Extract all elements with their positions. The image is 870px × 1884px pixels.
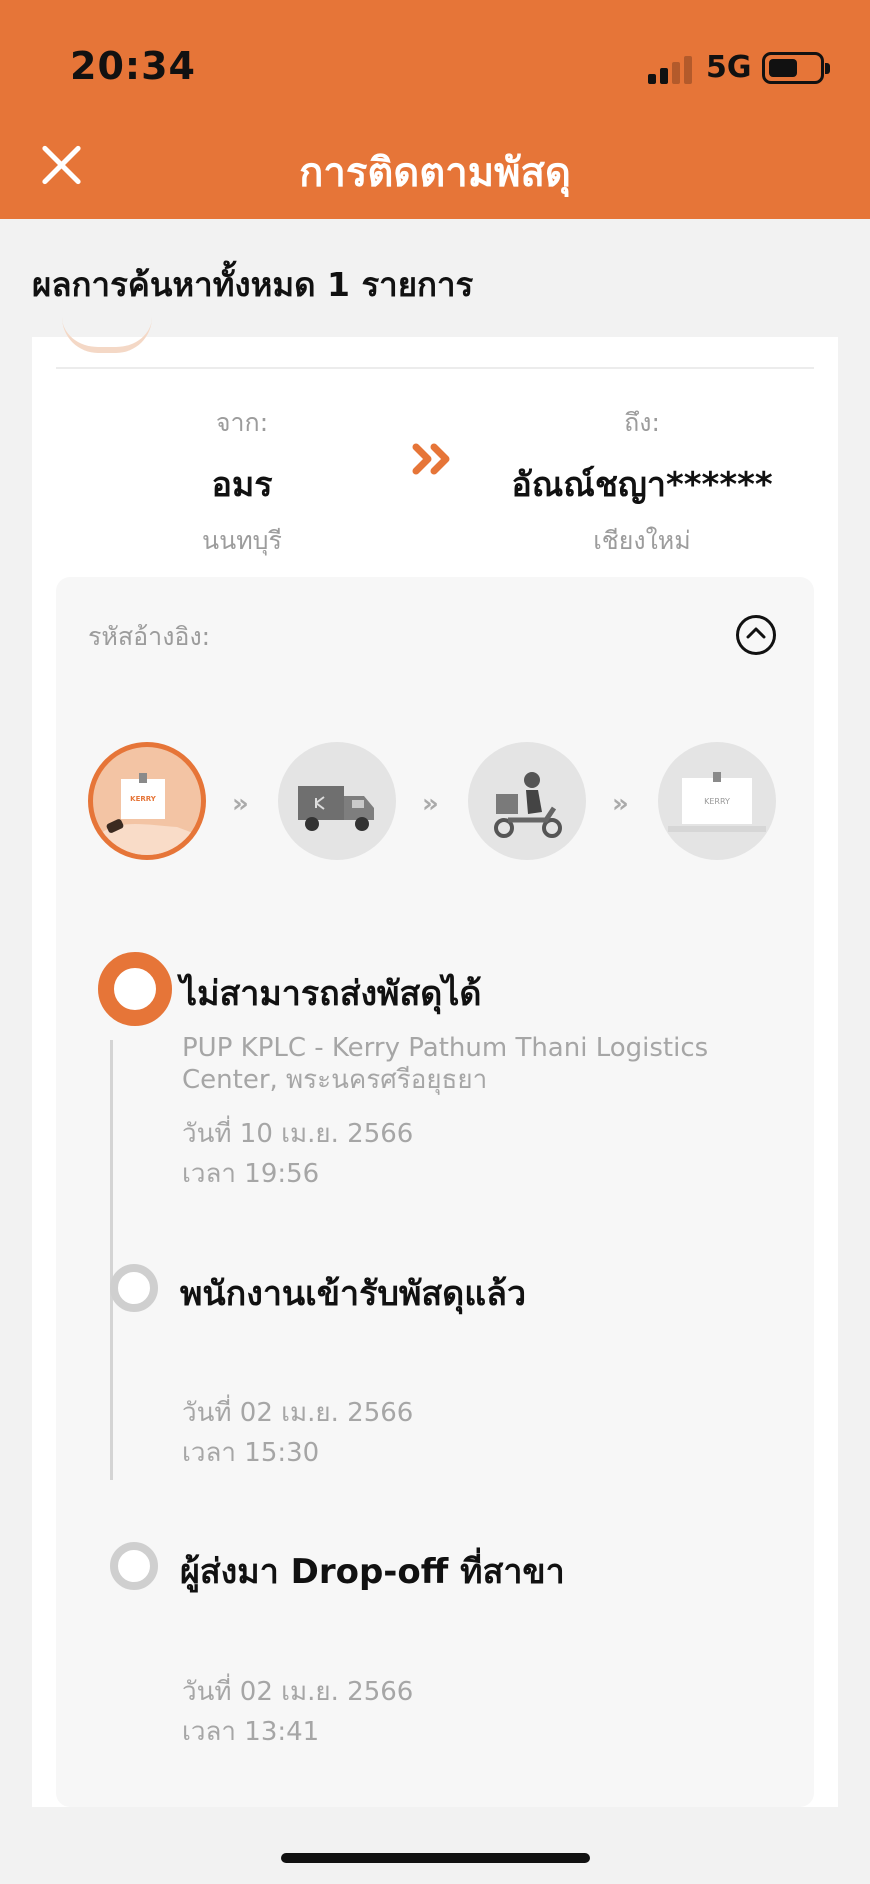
event-title: ไม่สามารถส่งพัสดุได้ xyxy=(180,974,482,1014)
divider xyxy=(56,367,814,369)
event-date: วันที่ 02 เม.ย. 2566 xyxy=(182,1398,414,1428)
results-count: ผลการค้นหาทั้งหมด 1 รายการ xyxy=(32,265,474,304)
step-separator-icon: » xyxy=(422,789,439,819)
event-time: เวลา 13:41 xyxy=(182,1717,320,1747)
sender-name: อมร xyxy=(211,465,273,505)
svg-text:KERRY: KERRY xyxy=(704,797,730,806)
event-location: PUP KPLC - Kerry Pathum Thani Logistics … xyxy=(182,1033,709,1095)
home-indicator[interactable] xyxy=(281,1853,590,1863)
svg-text:KERRY: KERRY xyxy=(130,795,157,803)
app-header: 20:34 5G การติดตามพัสดุ xyxy=(0,0,870,219)
timeline-line xyxy=(110,1040,113,1480)
event-date: วันที่ 02 เม.ย. 2566 xyxy=(182,1677,414,1707)
status-dot-current xyxy=(98,952,172,1026)
chevron-up-icon xyxy=(746,627,766,639)
step-separator-icon: » xyxy=(232,789,249,819)
collapse-button[interactable] xyxy=(736,615,776,655)
event-date: วันที่ 10 เม.ย. 2566 xyxy=(182,1119,414,1149)
to-label: ถึง: xyxy=(624,408,660,437)
cellular-signal-icon xyxy=(648,56,694,84)
status-time: 20:34 xyxy=(70,44,196,88)
event-time: เวลา 15:30 xyxy=(182,1438,320,1468)
recipient-name: อัณณ์ชญา****** xyxy=(511,465,773,505)
page-title: การติดตามพัสดุ xyxy=(299,150,571,196)
sender-block: จาก: อมร นนทบุรี xyxy=(92,403,392,561)
parcel-handover-icon: KERRY xyxy=(88,742,206,860)
sender-province: นนทบุรี xyxy=(202,526,282,555)
network-type: 5G xyxy=(706,50,752,85)
delivery-truck-icon xyxy=(278,742,396,860)
recipient-block: ถึง: อัณณ์ชญา****** เชียงใหม่ xyxy=(492,403,792,561)
card-top-decoration xyxy=(62,317,152,353)
tracking-detail-panel: รหัสอ้างอิง: KERRY » » » KERRY xyxy=(56,577,814,1807)
double-chevron-right-icon xyxy=(412,443,450,475)
event-time: เวลา 19:56 xyxy=(182,1159,320,1189)
recipient-province: เชียงใหม่ xyxy=(593,526,691,555)
battery-icon xyxy=(762,52,830,84)
reference-label: รหัสอ้างอิง: xyxy=(88,622,211,651)
step-separator-icon: » xyxy=(612,789,629,819)
parcel-delivered-icon: KERRY xyxy=(658,742,776,860)
status-dot xyxy=(110,1542,158,1590)
from-label: จาก: xyxy=(215,408,269,437)
status-dot xyxy=(110,1264,158,1312)
event-title: พนักงานเข้ารับพัสดุแล้ว xyxy=(180,1274,527,1314)
motorcycle-courier-icon xyxy=(468,742,586,860)
event-title: ผู้ส่งมา Drop-off ที่สาขา xyxy=(180,1552,565,1592)
